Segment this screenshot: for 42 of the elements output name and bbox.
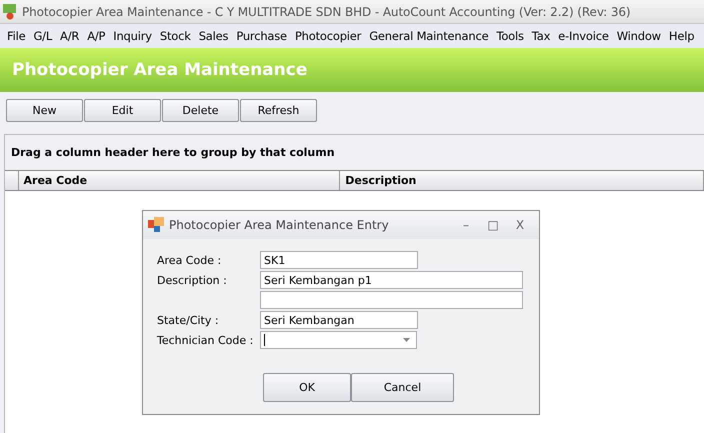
menu-item[interactable]: General Maintenance: [365, 29, 492, 43]
menu-item[interactable]: Tools: [492, 29, 528, 43]
group-by-hint: Drag a column header here to group by that column: [11, 146, 335, 159]
window-icon: [148, 217, 164, 233]
technician-combo[interactable]: [260, 331, 417, 349]
toolbar-button[interactable]: Edit: [84, 98, 161, 122]
menu-item[interactable]: G/L: [29, 29, 56, 43]
menu-item[interactable]: Inquiry: [109, 29, 156, 43]
app-logo-icon: [3, 4, 17, 20]
menu-item[interactable]: File: [3, 29, 30, 43]
menu-item[interactable]: Photocopier: [290, 29, 366, 43]
input-field[interactable]: SK1: [260, 251, 418, 269]
menu-item[interactable]: Window: [612, 29, 665, 43]
maximize-button[interactable]: □: [482, 218, 504, 232]
toolbar-button[interactable]: Delete: [162, 98, 239, 122]
toolbar-button[interactable]: New: [6, 98, 83, 122]
dialog-title: Photocopier Area Maintenance Entry: [169, 218, 390, 232]
menu-item[interactable]: A/P: [83, 29, 110, 43]
input-field[interactable]: [260, 291, 523, 309]
input-field[interactable]: Seri Kembangan p1: [260, 271, 523, 289]
dialog-button[interactable]: Cancel: [351, 373, 454, 402]
menu-item[interactable]: Tax: [528, 29, 554, 43]
column-header[interactable]: Area Code: [18, 171, 340, 190]
menu-item[interactable]: A/R: [56, 29, 84, 43]
menu-item[interactable]: Stock: [156, 29, 195, 43]
window-title: Photocopier Area Maintenance - C Y MULTITRADE SDN BHD - AutoCount Accounting (Ver: 2.2) (Rev: 36): [22, 4, 630, 18]
page-title: Photocopier Area Maintenance: [12, 60, 308, 80]
minimize-button[interactable]: –: [455, 218, 477, 232]
field-label: Description :: [157, 273, 228, 289]
dropdown-arrow-icon: [403, 338, 410, 342]
field-label: Technician Code :: [157, 333, 254, 349]
menu-item[interactable]: Sales: [194, 29, 232, 43]
dialog-button[interactable]: OK: [263, 373, 351, 402]
field-label: State/City :: [157, 313, 220, 329]
column-header[interactable]: Description: [340, 171, 704, 190]
close-button[interactable]: X: [509, 218, 531, 232]
menu-item[interactable]: Purchase: [232, 29, 291, 43]
field-label: Area Code :: [157, 253, 222, 269]
input-field[interactable]: Seri Kembangan: [260, 311, 418, 329]
menu-item[interactable]: Help: [664, 29, 698, 43]
toolbar-button[interactable]: Refresh: [240, 98, 317, 122]
menu-item[interactable]: e-Invoice: [554, 29, 613, 43]
